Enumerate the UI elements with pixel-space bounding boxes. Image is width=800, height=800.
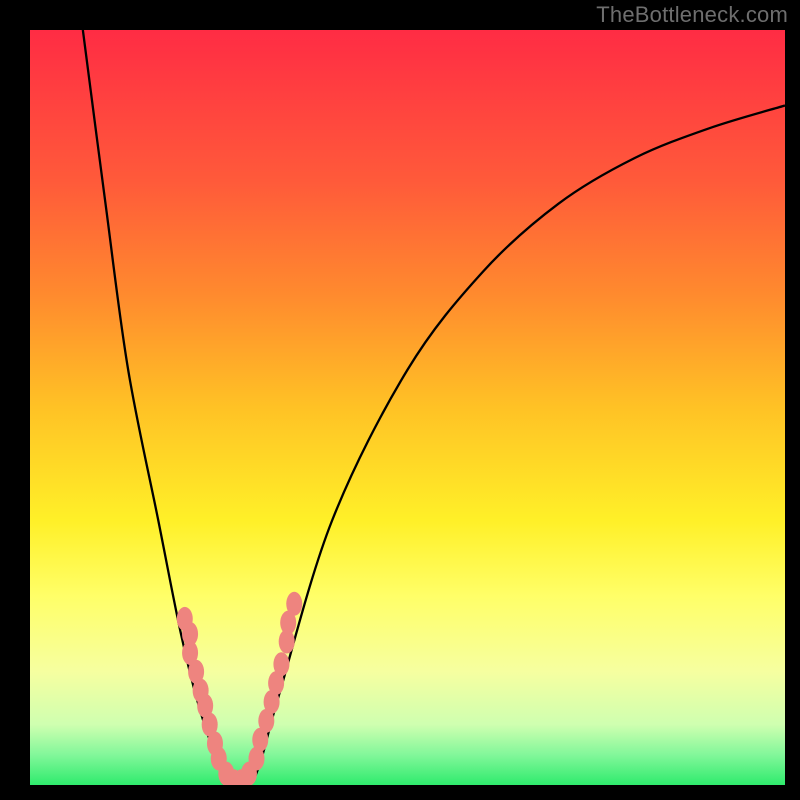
watermark-text: TheBottleneck.com	[596, 2, 788, 28]
chart-svg	[30, 30, 785, 785]
plot-area	[30, 30, 785, 785]
marker-dot	[286, 592, 302, 616]
marker-dot	[273, 652, 289, 676]
chart-frame: TheBottleneck.com	[0, 0, 800, 800]
marker-cluster	[177, 592, 302, 785]
